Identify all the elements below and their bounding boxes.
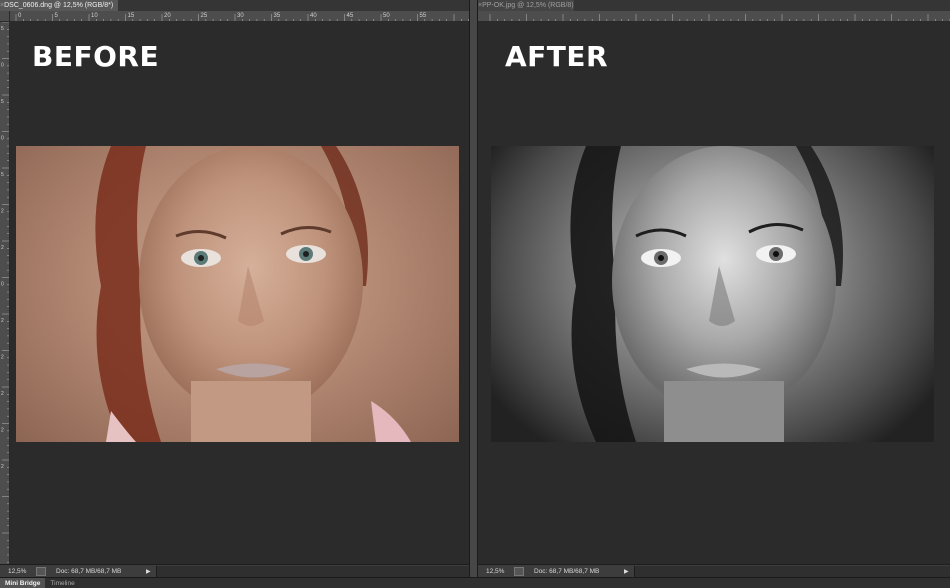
ruler-tick-label: 55 [420, 13, 427, 19]
document-canvas[interactable]: BEFORE [10, 22, 469, 564]
document-tab-title: PP-OK.jpg @ 12,5% (RGB/8) [482, 2, 574, 9]
ruler-tick-label: 50 [383, 13, 390, 19]
document-tab-before[interactable]: × DSC_0606.dng @ 12,5% (RGB/8*) [0, 0, 118, 11]
ruler-tick-label: 25 [201, 13, 208, 19]
ruler-tick-label: 10 [91, 13, 98, 19]
document-tab-title: DSC_0606.dng @ 12,5% (RGB/8*) [4, 2, 114, 9]
status-icon[interactable] [514, 566, 524, 576]
horizontal-ruler[interactable]: 0 5 10 15 20 25 30 35 40 45 50 55 [10, 11, 469, 22]
after-label: AFTER [505, 40, 609, 73]
horizontal-scrollbar[interactable] [156, 565, 469, 577]
ruler-tick-label: 45 [347, 13, 354, 19]
ruler-tick-label: 0 [1, 136, 4, 142]
horizontal-ruler[interactable] [478, 11, 950, 22]
status-bar: 12,5% Doc: 68,7 MB/68,7 MB ▶ [478, 564, 950, 577]
ruler-tick-label: 5 [1, 172, 4, 178]
status-icon[interactable] [36, 566, 46, 576]
document-tab-after[interactable]: × PP-OK.jpg @ 12,5% (RGB/8) [478, 0, 574, 11]
ruler-tick-label: 35 [274, 13, 281, 19]
ruler-origin[interactable] [0, 11, 10, 22]
zoom-level[interactable]: 12,5% [478, 568, 510, 575]
window-splitter[interactable] [469, 0, 478, 577]
ruler-tick-label: 0 [1, 63, 4, 69]
ruler-tick-label: 0 [1, 282, 4, 288]
ruler-tick-label: 2 [1, 318, 4, 324]
zoom-level[interactable]: 12,5% [0, 568, 32, 575]
status-menu-arrow-icon[interactable]: ▶ [624, 568, 634, 575]
ruler-tick-label: 40 [310, 13, 317, 19]
ruler-tick-label: 30 [237, 13, 244, 19]
ruler-tick-label: 2 [1, 245, 4, 251]
ruler-tick-label: 5 [1, 26, 4, 32]
ruler-tick-label: 20 [164, 13, 171, 19]
portrait-photo-after [491, 146, 934, 442]
ruler-tick-label: 2 [1, 391, 4, 397]
ruler-tick-label: 2 [1, 355, 4, 361]
ruler-tick-label: 5 [1, 99, 4, 105]
tab-bar [118, 0, 469, 11]
ruler-tick-label: 2 [1, 464, 4, 470]
tab-bar [574, 0, 950, 11]
tab-mini-bridge[interactable]: Mini Bridge [0, 578, 46, 588]
ruler-tick-label: 2 [1, 209, 4, 215]
before-label: BEFORE [32, 40, 160, 73]
vertical-ruler[interactable]: 5 0 5 0 5 2 2 0 2 2 2 2 2 [0, 22, 10, 564]
ruler-tick-label: 5 [55, 13, 59, 19]
doc-size: Doc: 68,7 MB/68,7 MB [56, 567, 122, 575]
ruler-tick-label: 2 [1, 428, 4, 434]
tab-timeline[interactable]: Timeline [45, 578, 79, 588]
status-bar: 12,5% Doc: 68,7 MB/68,7 MB ▶ [0, 564, 469, 577]
horizontal-scrollbar[interactable] [634, 565, 950, 577]
document-window-before: × DSC_0606.dng @ 12,5% (RGB/8*) 0 5 10 15 20… [0, 0, 469, 577]
ruler-tick-label: 15 [128, 13, 135, 19]
document-canvas[interactable]: AFTER [478, 22, 950, 564]
portrait-photo-before [16, 146, 459, 442]
doc-size: Doc: 68,7 MB/68,7 MB [534, 567, 600, 575]
bottom-panel-tabs: Mini Bridge Timeline [0, 577, 950, 588]
status-menu-arrow-icon[interactable]: ▶ [146, 568, 156, 575]
ruler-tick-label: 0 [18, 13, 22, 19]
document-window-after: × PP-OK.jpg @ 12,5% (RGB/8) AFTER 12,5% … [478, 0, 950, 577]
